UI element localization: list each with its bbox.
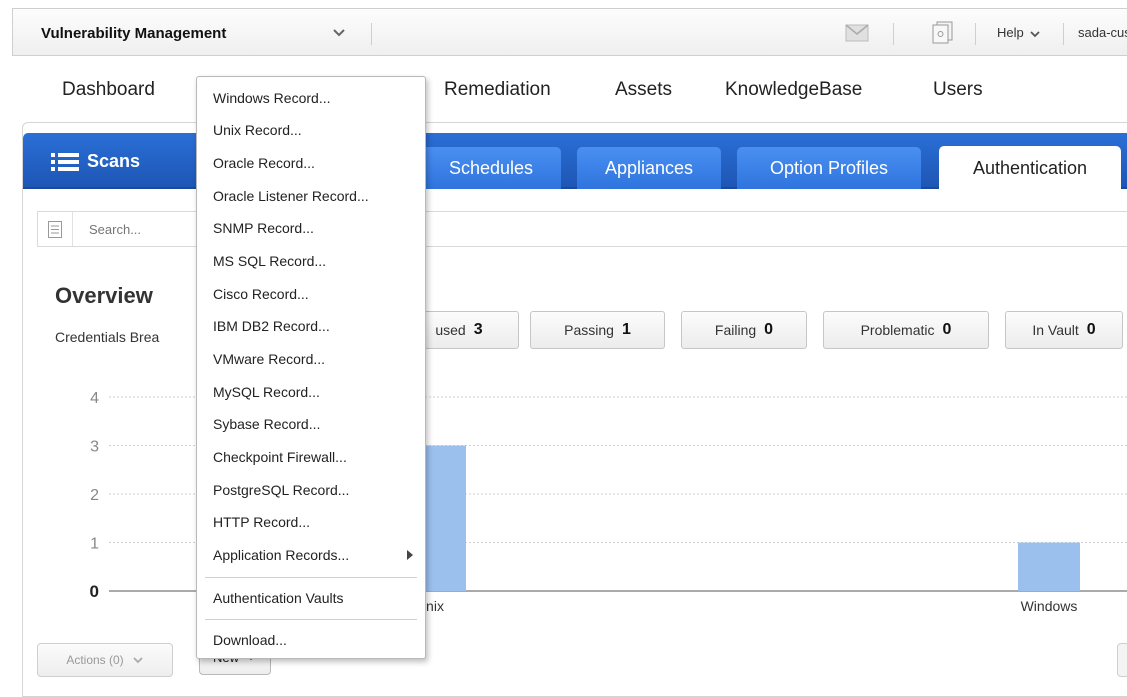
actions-button[interactable]: Actions (0) xyxy=(37,643,173,677)
user-menu[interactable]: sada-cus xyxy=(1078,25,1127,40)
app-bar: Vulnerability Management Help sada-cus xyxy=(12,8,1127,56)
nav-remediation[interactable]: Remediation xyxy=(444,79,551,101)
stat-label: used xyxy=(435,322,466,338)
submenu-arrow-icon xyxy=(407,550,413,560)
menu-item-ms-sql-record[interactable]: MS SQL Record... xyxy=(197,246,425,276)
menu-item-ibm-db2-record[interactable]: IBM DB2 Record... xyxy=(197,311,425,341)
menu-item-oracle-listener-record[interactable]: Oracle Listener Record... xyxy=(197,181,425,211)
nav-assets[interactable]: Assets xyxy=(615,79,672,101)
chart-bar xyxy=(1018,542,1080,591)
menu-item-authentication-vaults[interactable]: Authentication Vaults xyxy=(197,583,425,613)
nav-users[interactable]: Users xyxy=(933,79,983,101)
mail-icon[interactable] xyxy=(845,24,869,42)
chart-y-tick-label: 0 xyxy=(90,582,99,601)
tab-appliances[interactable]: Appliances xyxy=(577,147,721,189)
stat-label: Passing xyxy=(564,322,614,338)
divider xyxy=(975,23,976,45)
stat-label: In Vault xyxy=(1032,322,1079,338)
menu-item-postgresql-record[interactable]: PostgreSQL Record... xyxy=(197,475,425,505)
menu-item-vmware-record[interactable]: VMware Record... xyxy=(197,344,425,374)
chart-y-tick-label: 3 xyxy=(90,439,99,456)
nav-dashboard[interactable]: Dashboard xyxy=(62,79,155,101)
new-dropdown-menu: Windows Record... Unix Record... Oracle … xyxy=(196,76,426,659)
chevron-down-icon xyxy=(1030,30,1041,37)
menu-item-oracle-record[interactable]: Oracle Record... xyxy=(197,148,425,178)
menu-divider xyxy=(205,619,417,620)
chart-x-tick-label: nix xyxy=(426,598,444,614)
tab-authentication[interactable]: Authentication xyxy=(939,146,1121,191)
scans-section[interactable]: Scans xyxy=(51,151,140,172)
menu-item-mysql-record[interactable]: MySQL Record... xyxy=(197,377,425,407)
stat-count: 1 xyxy=(621,321,631,338)
help-label: Help xyxy=(997,25,1024,40)
chart-x-tick-label: Windows xyxy=(1021,598,1078,614)
menu-lines-icon[interactable] xyxy=(48,221,62,238)
stat-passing-button[interactable]: Passing 1 xyxy=(530,311,665,349)
overview-title: Overview xyxy=(55,283,153,308)
menu-item-label: Application Records... xyxy=(213,547,350,563)
files-icon[interactable] xyxy=(931,20,955,44)
stat-count: 0 xyxy=(764,321,774,338)
divider xyxy=(371,23,372,45)
list-icon xyxy=(51,153,79,172)
stat-count: 0 xyxy=(942,321,952,338)
menu-item-windows-record[interactable]: Windows Record... xyxy=(197,83,425,113)
main-nav: Dashboard Remediation Assets KnowledgeBa… xyxy=(12,56,1127,120)
menu-item-application-records[interactable]: Application Records... xyxy=(197,540,425,570)
menu-item-unix-record[interactable]: Unix Record... xyxy=(197,115,425,145)
divider xyxy=(1063,23,1064,45)
pager-button[interactable] xyxy=(1117,643,1127,677)
nav-knowledgebase[interactable]: KnowledgeBase xyxy=(725,79,862,101)
credentials-chart: 0 1 2 3 4 nix Windows xyxy=(23,373,1127,623)
chart-y-tick-label: 4 xyxy=(90,390,99,407)
menu-item-sybase-record[interactable]: Sybase Record... xyxy=(197,409,425,439)
stat-count: 3 xyxy=(473,321,483,338)
tab-option-profiles[interactable]: Option Profiles xyxy=(737,147,921,189)
menu-item-http-record[interactable]: HTTP Record... xyxy=(197,507,425,537)
stat-label: Problematic xyxy=(860,322,935,338)
chart-svg: 0 1 2 3 4 nix Windows xyxy=(90,390,1127,614)
menu-divider xyxy=(205,577,417,578)
menu-item-checkpoint-firewall[interactable]: Checkpoint Firewall... xyxy=(197,442,425,472)
actions-label: Actions (0) xyxy=(66,653,124,667)
scans-label: Scans xyxy=(87,151,141,171)
stat-in-vault-button[interactable]: In Vault 0 xyxy=(1005,311,1123,349)
stat-count: 0 xyxy=(1086,321,1096,338)
chevron-down-icon xyxy=(133,657,143,664)
help-menu[interactable]: Help xyxy=(997,25,1041,40)
menu-item-cisco-record[interactable]: Cisco Record... xyxy=(197,279,425,309)
menu-item-download[interactable]: Download... xyxy=(197,625,425,655)
chart-y-tick-label: 1 xyxy=(90,536,99,553)
app-title[interactable]: Vulnerability Management xyxy=(41,25,226,42)
tab-schedules[interactable]: Schedules xyxy=(421,147,561,189)
menu-item-snmp-record[interactable]: SNMP Record... xyxy=(197,213,425,243)
stat-failing-button[interactable]: Failing 0 xyxy=(681,311,807,349)
chevron-down-icon[interactable] xyxy=(331,25,347,41)
overview-subtitle: Credentials Brea xyxy=(55,329,160,345)
stat-label: Failing xyxy=(714,322,757,338)
chart-y-tick-label: 2 xyxy=(90,487,99,504)
tab-bar: Scans Schedules Appliances Option Profil… xyxy=(23,133,1127,191)
stat-problematic-button[interactable]: Problematic 0 xyxy=(823,311,989,349)
content-panel: Scans Schedules Appliances Option Profil… xyxy=(22,122,1127,697)
divider xyxy=(893,23,894,45)
